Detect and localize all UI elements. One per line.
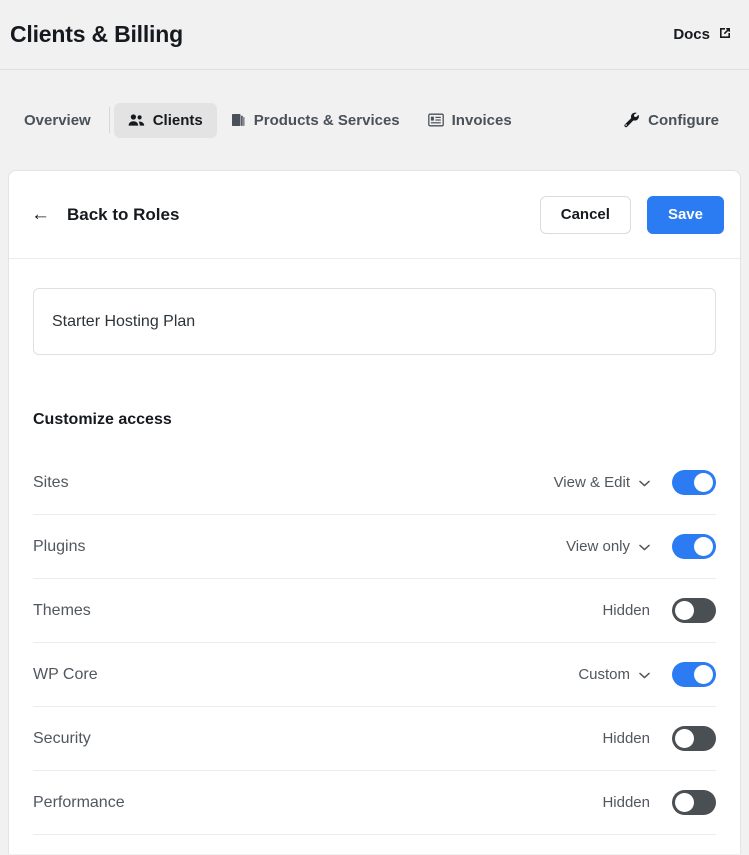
permission-access-value: View only [566, 538, 630, 555]
external-link-icon [717, 25, 733, 45]
back-to-roles-label: Back to Roles [67, 205, 179, 225]
permission-access-value-wrap: Hidden [602, 794, 650, 811]
permission-toggle[interactable] [672, 598, 716, 623]
permission-row-themes: Themes Hidden [33, 579, 716, 643]
arrow-left-icon: ← [31, 205, 50, 224]
toggle-knob [694, 665, 713, 684]
toggle-knob [694, 537, 713, 556]
tab-clients[interactable]: Clients [114, 103, 217, 138]
tab-configure[interactable]: Configure [610, 103, 733, 138]
users-group-icon [128, 113, 145, 127]
toggle-knob [675, 793, 694, 812]
tab-configure-label: Configure [648, 112, 719, 129]
permission-row-wp-core: WP Core Custom [33, 643, 716, 707]
tab-overview[interactable]: Overview [10, 103, 105, 138]
permission-row-performance: Performance Hidden [33, 771, 716, 835]
action-buttons: Cancel Save [540, 196, 724, 234]
permission-toggle[interactable] [672, 790, 716, 815]
permission-access-value: Hidden [602, 602, 650, 619]
card-action-bar: ← Back to Roles Cancel Save [9, 171, 740, 259]
chevron-down-icon [639, 474, 650, 491]
tab-divider [109, 107, 110, 133]
toggle-knob [694, 473, 713, 492]
permission-toggle[interactable] [672, 470, 716, 495]
permission-label: Themes [33, 602, 602, 620]
tab-invoices[interactable]: Invoices [414, 103, 526, 138]
tab-bar: Overview Clients Products & Services [0, 70, 749, 170]
permission-list: Sites View & Edit Plugins View only [33, 451, 716, 835]
permission-label: Sites [33, 474, 554, 492]
toggle-knob [675, 601, 694, 620]
docs-link[interactable]: Docs [673, 25, 733, 45]
chevron-down-icon [639, 666, 650, 683]
save-button[interactable]: Save [647, 196, 724, 234]
tab-products-services[interactable]: Products & Services [217, 103, 414, 138]
permission-access-value-wrap: Hidden [602, 602, 650, 619]
role-name-input[interactable] [33, 288, 716, 355]
back-to-roles-button[interactable]: ← Back to Roles [31, 205, 179, 225]
permission-access-dropdown[interactable]: View & Edit [554, 474, 650, 491]
wrench-icon [624, 112, 640, 128]
permission-toggle[interactable] [672, 662, 716, 687]
invoice-icon [428, 113, 444, 127]
permission-toggle[interactable] [672, 726, 716, 751]
role-editor-card: ← Back to Roles Cancel Save Customize ac… [8, 170, 741, 854]
permission-label: Security [33, 730, 602, 748]
permission-label: WP Core [33, 666, 578, 684]
permission-label: Plugins [33, 538, 566, 556]
tab-products-services-label: Products & Services [254, 112, 400, 129]
tab-clients-label: Clients [153, 112, 203, 129]
permission-access-dropdown[interactable]: Custom [578, 666, 650, 683]
toggle-knob [675, 729, 694, 748]
page-header: Clients & Billing Docs [0, 0, 749, 70]
customize-access-heading: Customize access [33, 411, 716, 429]
book-icon [231, 113, 246, 128]
permission-access-value: Hidden [602, 730, 650, 747]
chevron-down-icon [639, 538, 650, 555]
tab-overview-label: Overview [24, 112, 91, 129]
permission-access-value: Hidden [602, 794, 650, 811]
permission-row-plugins: Plugins View only [33, 515, 716, 579]
permission-row-security: Security Hidden [33, 707, 716, 771]
permission-access-value: Custom [578, 666, 630, 683]
permission-access-value: View & Edit [554, 474, 630, 491]
permission-row-sites: Sites View & Edit [33, 451, 716, 515]
page-title: Clients & Billing [10, 21, 183, 48]
docs-label: Docs [673, 26, 710, 43]
permission-label: Performance [33, 794, 602, 812]
permission-access-dropdown[interactable]: View only [566, 538, 650, 555]
cancel-button[interactable]: Cancel [540, 196, 631, 234]
card-body: Customize access Sites View & Edit Plugi… [9, 259, 740, 835]
tab-invoices-label: Invoices [452, 112, 512, 129]
permission-access-value-wrap: Hidden [602, 730, 650, 747]
permission-toggle[interactable] [672, 534, 716, 559]
